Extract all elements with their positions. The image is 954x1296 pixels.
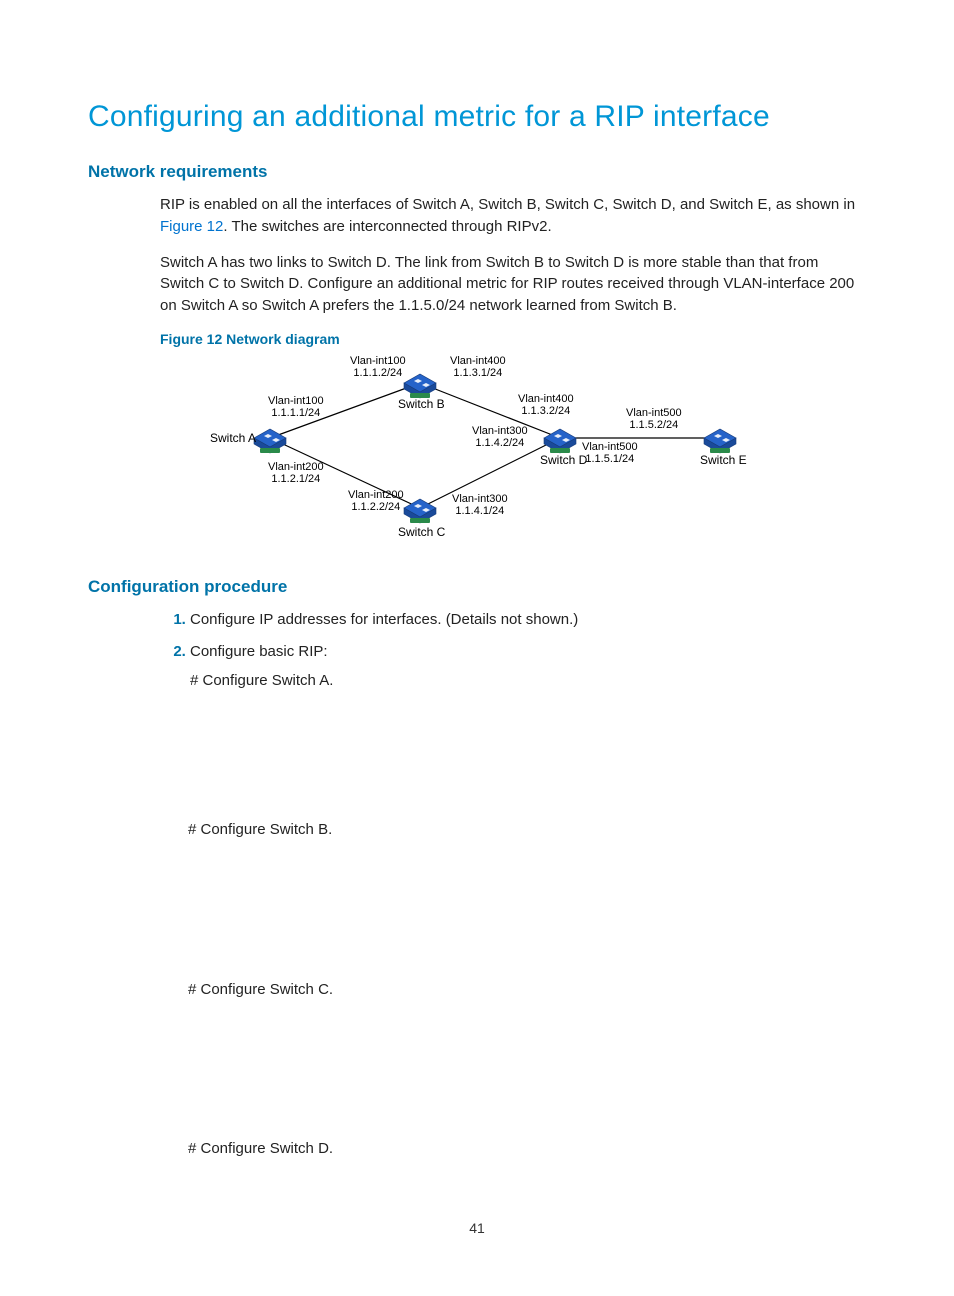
d-bl-l2: 1.1.4.2/24: [475, 437, 524, 449]
c-left-l2: 1.1.2.2/24: [351, 501, 400, 513]
switch-e-label: Switch E: [700, 453, 747, 467]
a-top-l2: 1.1.1.1/24: [271, 407, 320, 419]
switch-c-label: Switch C: [398, 525, 445, 539]
label-c-right: Vlan-int300 1.1.4.1/24: [452, 493, 508, 517]
label-b-left: Vlan-int100 1.1.1.2/24: [350, 355, 406, 379]
c-left-l1: Vlan-int200: [348, 489, 404, 501]
d-r-l2: 1.1.5.1/24: [585, 453, 634, 465]
e-l-l2: 1.1.5.2/24: [629, 419, 678, 431]
c-right-l1: Vlan-int300: [452, 493, 508, 505]
req-p1-b: . The switches are interconnected throug…: [223, 218, 551, 235]
label-d-topleft: Vlan-int400 1.1.3.2/24: [518, 393, 574, 417]
label-c-left: Vlan-int200 1.1.2.2/24: [348, 489, 404, 513]
b-left-l2: 1.1.1.2/24: [353, 367, 402, 379]
section-network-requirements: Network requirements: [88, 162, 866, 182]
switch-d-label: Switch D: [540, 453, 587, 467]
cfg-switch-a: # Configure Switch A.: [190, 670, 866, 693]
cfg-switch-c: # Configure Switch C.: [188, 978, 866, 1001]
req-paragraph-2: Switch A has two links to Switch D. The …: [160, 252, 866, 317]
d-bl-l1: Vlan-int300: [472, 425, 528, 437]
cfg-switch-d: # Configure Switch D.: [188, 1137, 866, 1160]
e-l-l1: Vlan-int500: [626, 407, 682, 419]
network-diagram: Switch A Switch B Switch C Switch D Swit…: [160, 353, 866, 553]
step-2: Configure basic RIP: # Configure Switch …: [190, 641, 866, 692]
section-configuration-procedure: Configuration procedure: [88, 577, 866, 597]
d-tl-l2: 1.1.3.2/24: [521, 405, 570, 417]
page-number: 41: [0, 1220, 954, 1236]
page-title: Configuring an additional metric for a R…: [88, 100, 866, 134]
req-paragraph-1: RIP is enabled on all the interfaces of …: [160, 194, 866, 238]
step-2-text: Configure basic RIP:: [190, 643, 328, 660]
d-r-l1: Vlan-int500: [582, 441, 638, 453]
d-tl-l1: Vlan-int400: [518, 393, 574, 405]
b-right-l2: 1.1.3.1/24: [453, 367, 502, 379]
figure-caption: Figure 12 Network diagram: [160, 331, 866, 347]
label-a-top: Vlan-int100 1.1.1.1/24: [268, 395, 324, 419]
step-1-text: Configure IP addresses for interfaces. (…: [190, 611, 578, 628]
c-right-l2: 1.1.4.1/24: [455, 505, 504, 517]
b-right-l1: Vlan-int400: [450, 355, 506, 367]
figure-link[interactable]: Figure 12: [160, 218, 223, 235]
switch-b-label: Switch B: [398, 397, 445, 411]
a-bot-l2: 1.1.2.1/24: [271, 473, 320, 485]
step-1: Configure IP addresses for interfaces. (…: [190, 609, 866, 632]
cfg-switch-b: # Configure Switch B.: [188, 818, 866, 841]
label-a-bot: Vlan-int200 1.1.2.1/24: [268, 461, 324, 485]
label-e-left: Vlan-int500 1.1.5.2/24: [626, 407, 682, 431]
label-d-right: Vlan-int500 1.1.5.1/24: [582, 441, 638, 465]
label-d-botleft: Vlan-int300 1.1.4.2/24: [472, 425, 528, 449]
b-left-l1: Vlan-int100: [350, 355, 406, 367]
switch-a-label: Switch A: [210, 431, 256, 445]
label-b-right: Vlan-int400 1.1.3.1/24: [450, 355, 506, 379]
req-p1-a: RIP is enabled on all the interfaces of …: [160, 196, 855, 213]
a-top-l1: Vlan-int100: [268, 395, 324, 407]
a-bot-l1: Vlan-int200: [268, 461, 324, 473]
